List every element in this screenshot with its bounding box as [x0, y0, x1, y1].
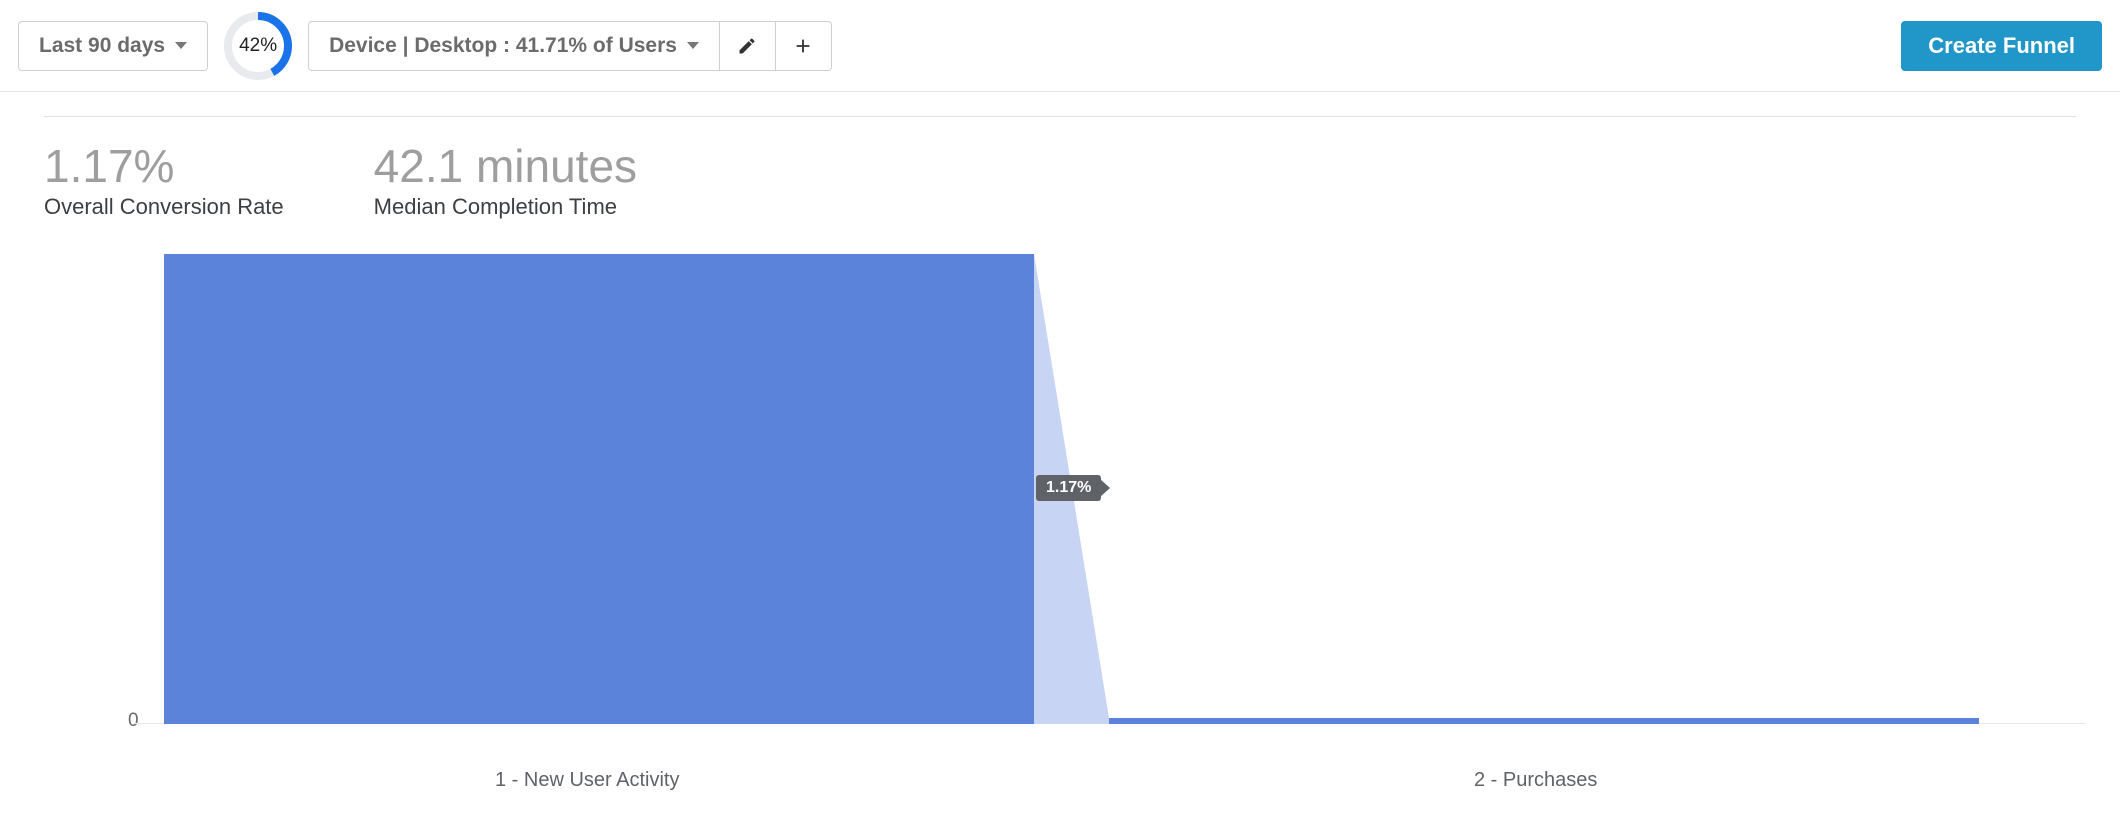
- x-axis-label-step-1: 1 - New User Activity: [495, 769, 679, 792]
- metric-conversion-rate: 1.17% Overall Conversion Rate: [44, 141, 284, 220]
- date-range-button[interactable]: Last 90 days: [18, 21, 208, 71]
- donut-percent-text: 42%: [222, 10, 294, 82]
- segment-selector-button[interactable]: Device | Desktop : 41.71% of Users: [308, 21, 720, 71]
- y-axis-zero-label: 0: [128, 710, 139, 732]
- x-axis-label-step-2: 2 - Purchases: [1474, 769, 1597, 792]
- metric-median-time: 42.1 minutes Median Completion Time: [374, 141, 637, 220]
- edit-segment-button[interactable]: [720, 21, 776, 71]
- conversion-rate-label: Overall Conversion Rate: [44, 194, 284, 220]
- toolbar: Last 90 days 42% Device | Desktop : 41.7…: [0, 0, 2120, 92]
- funnel-chart: 0 1.17% 1 - New User Activity 2 - Purcha…: [164, 254, 2076, 754]
- create-funnel-label: Create Funnel: [1928, 33, 2075, 59]
- segment-selector-label: Device | Desktop : 41.71% of Users: [329, 34, 677, 58]
- date-range-label: Last 90 days: [39, 34, 165, 58]
- chevron-down-icon: [687, 42, 699, 49]
- segment-button-group: Device | Desktop : 41.71% of Users: [308, 21, 832, 71]
- chevron-down-icon: [175, 42, 187, 49]
- conversion-badge: 1.17%: [1036, 475, 1101, 501]
- metrics-row: 1.17% Overall Conversion Rate 42.1 minut…: [44, 141, 2076, 220]
- create-funnel-button[interactable]: Create Funnel: [1901, 21, 2102, 71]
- segment-percent-donut: 42%: [222, 10, 294, 82]
- median-time-value: 42.1 minutes: [374, 141, 637, 192]
- conversion-badge-text: 1.17%: [1046, 479, 1091, 497]
- add-segment-button[interactable]: [776, 21, 832, 71]
- panel-divider: [44, 116, 2076, 117]
- median-time-label: Median Completion Time: [374, 194, 637, 220]
- content-area: 1.17% Overall Conversion Rate 42.1 minut…: [0, 92, 2120, 754]
- pencil-icon: [737, 36, 757, 56]
- conversion-rate-value: 1.17%: [44, 141, 284, 192]
- plus-icon: [792, 35, 814, 57]
